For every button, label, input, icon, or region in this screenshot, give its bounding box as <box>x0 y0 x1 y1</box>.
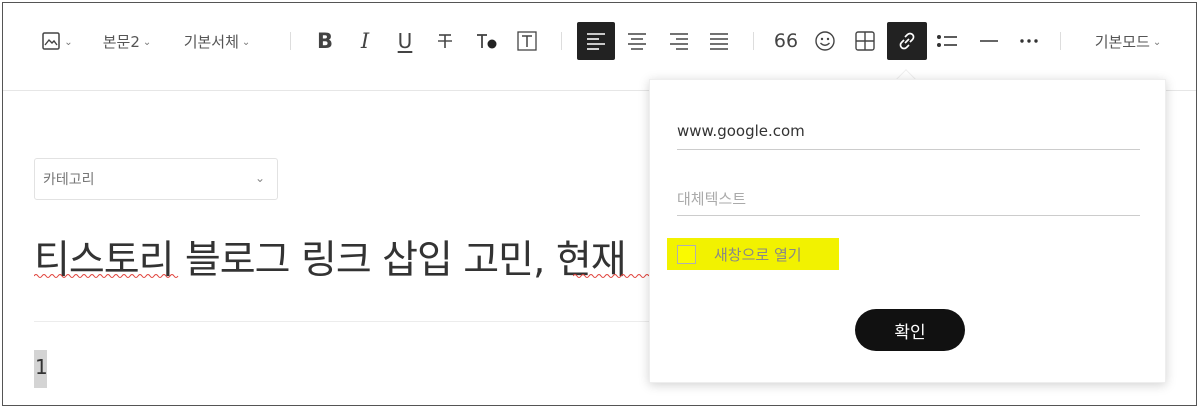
link-icon <box>895 29 919 53</box>
align-center-button[interactable] <box>621 23 653 59</box>
chevron-down-icon: ⌄ <box>254 171 265 185</box>
align-left-icon <box>585 31 607 51</box>
open-new-window-checkbox[interactable] <box>677 244 696 264</box>
toolbar-divider <box>561 32 562 50</box>
strikethrough-button[interactable] <box>429 23 461 59</box>
align-left-button[interactable] <box>577 22 615 60</box>
confirm-button[interactable]: 확인 <box>855 309 965 351</box>
align-justify-button[interactable] <box>703 23 735 59</box>
editor-window: ⌄ 본문2 ⌄ 기본서체 ⌄ B I U 66 기본모드 ⌄ 카테고리 ⌄ 티스… <box>2 2 1197 406</box>
table-icon <box>854 30 876 52</box>
chevron-down-icon: ⌄ <box>1152 36 1162 48</box>
toolbar-divider <box>1060 32 1061 50</box>
spellcheck-underline <box>34 274 179 278</box>
bold-icon: B <box>316 29 333 53</box>
more-options-button[interactable] <box>1013 23 1045 59</box>
spellcheck-underline <box>573 274 649 278</box>
align-right-button[interactable] <box>663 23 695 59</box>
open-new-window-label: 새창으로 열기 <box>714 245 802 264</box>
quote-icon: 66 <box>773 30 799 52</box>
bullet-list-icon <box>935 31 959 51</box>
alt-text-input[interactable]: 대체텍스트 <box>677 180 1140 216</box>
emoticon-button[interactable] <box>809 23 841 59</box>
text-color-button[interactable] <box>469 23 505 59</box>
link-insert-popup: www.google.com 대체텍스트 새창으로 열기 확인 <box>649 79 1166 383</box>
quote-button[interactable]: 66 <box>769 23 803 59</box>
toolbar-divider <box>753 32 754 50</box>
editor-toolbar: ⌄ 본문2 ⌄ 기본서체 ⌄ B I U 66 기본모드 ⌄ <box>3 3 1196 91</box>
text-background-button[interactable] <box>511 23 543 59</box>
italic-button[interactable]: I <box>349 23 381 59</box>
text-background-icon <box>516 30 538 52</box>
open-new-window-option[interactable]: 새창으로 열기 <box>667 238 839 270</box>
italic-icon: I <box>360 29 370 53</box>
smiley-icon <box>814 30 836 52</box>
chevron-down-icon: ⌄ <box>142 36 152 48</box>
chevron-down-icon: ⌄ <box>64 36 73 48</box>
toolbar-divider <box>290 32 291 50</box>
insert-image-button[interactable]: ⌄ <box>36 23 78 59</box>
category-placeholder: 카테고리 <box>43 172 95 188</box>
url-input[interactable]: www.google.com <box>677 114 1140 150</box>
editor-mode-label: 기본모드 <box>1094 32 1150 51</box>
align-right-icon <box>668 31 690 51</box>
bullet-list-button[interactable] <box>931 23 963 59</box>
underline-button[interactable]: U <box>389 23 421 59</box>
paragraph-style-dropdown[interactable]: 본문2 ⌄ <box>93 23 161 59</box>
horizontal-rule-icon <box>978 31 1000 51</box>
paragraph-style-label: 본문2 <box>102 32 140 51</box>
bold-button[interactable]: B <box>309 23 341 59</box>
more-icon <box>1017 31 1041 51</box>
strikethrough-icon <box>435 31 455 51</box>
align-center-icon <box>626 31 648 51</box>
underline-icon: U <box>397 29 413 53</box>
table-button[interactable] <box>849 23 881 59</box>
link-button[interactable] <box>887 22 927 60</box>
category-select[interactable]: 카테고리 ⌄ <box>34 158 278 200</box>
font-family-label: 기본서체 <box>183 32 239 51</box>
font-family-dropdown[interactable]: 기본서체 ⌄ <box>171 23 263 59</box>
align-justify-icon <box>708 31 730 51</box>
image-icon <box>41 31 61 51</box>
post-body-text[interactable]: 1 <box>34 350 48 388</box>
editor-mode-dropdown[interactable]: 기본모드 ⌄ <box>1083 23 1173 59</box>
chevron-down-icon: ⌄ <box>241 36 251 48</box>
text-color-icon <box>475 31 499 51</box>
horizontal-rule-button[interactable] <box>973 23 1005 59</box>
